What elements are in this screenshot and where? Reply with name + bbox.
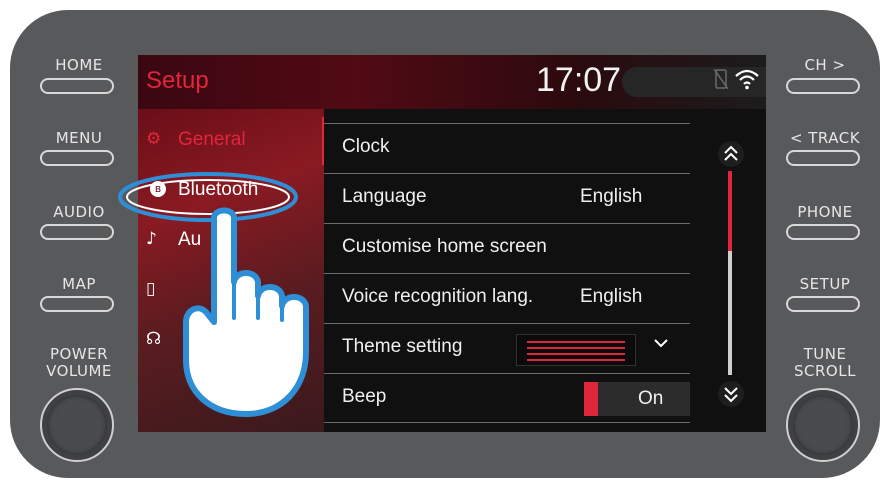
tune-label: TUNE xyxy=(803,345,847,363)
settings-list: Clock Language English Customise home sc… xyxy=(324,109,706,432)
phone-button[interactable] xyxy=(786,224,860,240)
setting-row-beep[interactable]: Beep On xyxy=(324,373,690,423)
scrollbar-thumb[interactable] xyxy=(728,171,732,251)
sidebar-item-audio[interactable]: ♪ Au xyxy=(138,217,324,265)
setting-label: Voice recognition lang. xyxy=(342,286,534,307)
toggle-indicator xyxy=(584,382,598,416)
power-label: POWER xyxy=(49,345,109,363)
chevron-down-icon[interactable] xyxy=(654,338,668,348)
map-button-label: MAP xyxy=(62,275,96,293)
audio-button[interactable] xyxy=(40,224,114,240)
setup-button[interactable] xyxy=(786,296,860,312)
touch-screen: Setup 17:07 ⚙ General ʙ Bluetooth ♪ Au ▯ xyxy=(138,55,766,432)
beep-toggle[interactable]: On xyxy=(584,382,690,416)
setup-sidebar: ⚙ General ʙ Bluetooth ♪ Au ▯ ☊ xyxy=(138,109,324,432)
volume-label: VOLUME xyxy=(46,362,112,380)
map-button[interactable] xyxy=(40,296,114,312)
setting-value: English xyxy=(580,186,643,207)
setting-value: English xyxy=(580,286,643,307)
setting-label: Beep xyxy=(342,386,387,407)
toggle-state: On xyxy=(638,388,664,409)
music-note-icon: ♪ xyxy=(146,229,157,249)
setting-label: Clock xyxy=(342,136,390,157)
clock-display: 17:07 xyxy=(536,61,622,99)
setting-row-language[interactable]: Language English xyxy=(324,173,690,222)
scroll-label: SCROLL xyxy=(794,362,856,380)
scroll-up-icon[interactable] xyxy=(716,139,746,169)
home-button-label: HOME xyxy=(55,56,103,74)
tune-scroll-knob[interactable] xyxy=(786,388,860,462)
menu-button-label: MENU xyxy=(55,129,103,147)
ch-button-label: CH > xyxy=(804,56,846,74)
phone-button-label: PHONE xyxy=(797,203,853,221)
power-volume-knob[interactable] xyxy=(40,388,114,462)
sidebar-item-bluetooth[interactable]: ʙ Bluetooth xyxy=(138,167,324,215)
track-button-label: < TRACK xyxy=(789,129,861,147)
bluetooth-icon: ʙ xyxy=(150,181,166,197)
menu-button[interactable] xyxy=(40,150,114,166)
setting-row-clock[interactable]: Clock xyxy=(324,123,690,172)
sidebar-item-general[interactable]: ⚙ General xyxy=(138,117,324,165)
ch-button[interactable] xyxy=(786,78,860,94)
setting-label: Language xyxy=(342,186,427,207)
setting-row-home-screen[interactable]: Customise home screen xyxy=(324,223,690,272)
phone-icon: ▯ xyxy=(146,279,156,299)
sidebar-item-label: Au xyxy=(178,229,202,250)
scroll-down-icon[interactable] xyxy=(716,379,746,409)
theme-swatch[interactable] xyxy=(516,334,636,366)
track-button[interactable] xyxy=(786,150,860,166)
page-title: Setup xyxy=(146,67,209,94)
home-button[interactable] xyxy=(40,78,114,94)
audio-button-label: AUDIO xyxy=(53,203,105,221)
gear-icon: ⚙ xyxy=(146,129,162,149)
sidebar-item-voice[interactable]: ☊ xyxy=(138,317,324,365)
setting-row-voice-language[interactable]: Voice recognition lang. English xyxy=(324,273,690,322)
voice-icon: ☊ xyxy=(146,329,162,349)
setting-row-theme[interactable]: Theme setting xyxy=(324,323,690,372)
no-phone-icon xyxy=(714,69,728,89)
wifi-icon xyxy=(735,69,759,90)
setup-button-label: SETUP xyxy=(799,275,851,293)
sidebar-item-label: Bluetooth xyxy=(178,179,259,200)
setting-label: Customise home screen xyxy=(342,236,547,257)
screen-header: Setup 17:07 xyxy=(138,55,766,109)
sidebar-item-label: General xyxy=(178,129,246,150)
sidebar-item-phone[interactable]: ▯ xyxy=(138,267,324,315)
setting-label: Theme setting xyxy=(342,336,463,357)
